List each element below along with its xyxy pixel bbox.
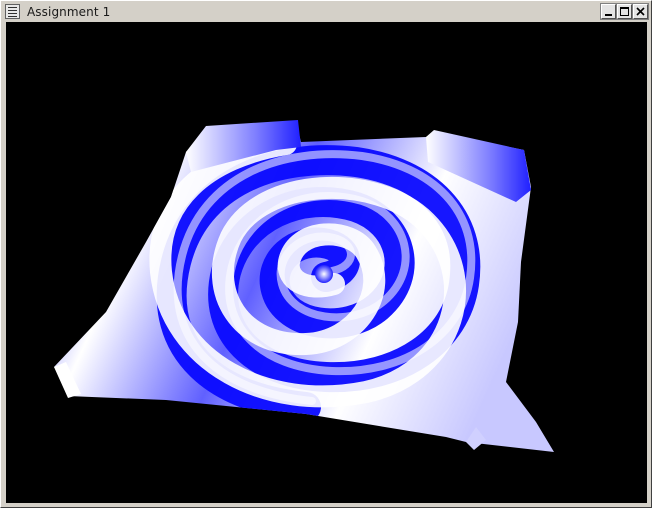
window-title: Assignment 1	[27, 5, 111, 19]
title-bar[interactable]: Assignment 1	[3, 3, 649, 21]
maximize-icon	[620, 7, 629, 16]
minimize-icon	[605, 14, 612, 16]
close-button[interactable]	[632, 3, 649, 20]
render-viewport[interactable]	[6, 22, 647, 503]
minimize-button[interactable]	[600, 3, 617, 20]
close-icon	[636, 7, 645, 16]
app-window: Assignment 1	[0, 0, 652, 508]
maximize-button[interactable]	[616, 3, 633, 20]
spiral-surface-render	[54, 120, 554, 452]
window-menu-icon[interactable]	[5, 4, 20, 19]
